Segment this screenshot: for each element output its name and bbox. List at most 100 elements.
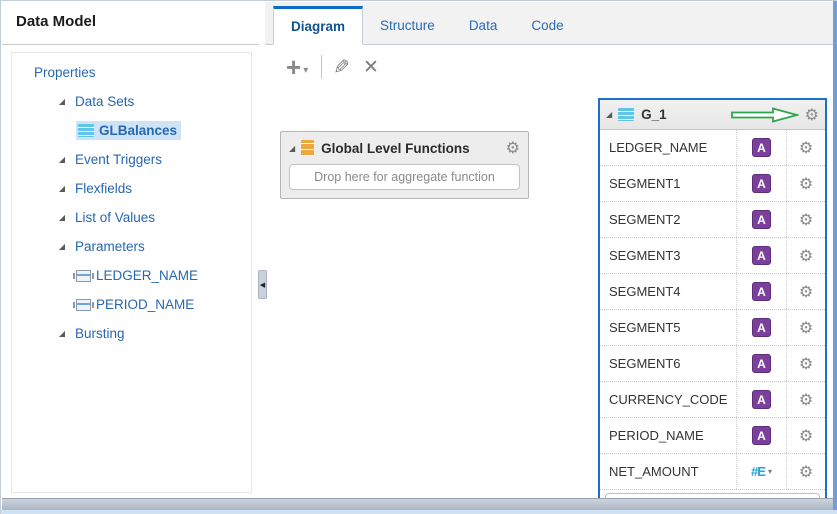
text-type-icon[interactable]: A xyxy=(752,138,771,157)
add-dropdown-caret-icon[interactable]: ▾ xyxy=(303,65,308,76)
field-actions-cell: ⚙ xyxy=(786,346,825,381)
global-functions-gear-icon[interactable]: ⚙ xyxy=(506,140,520,156)
field-name: CURRENCY_CODE xyxy=(600,382,736,417)
tree-item-label: Parameters xyxy=(75,239,145,254)
tab-strip: Diagram Structure Data Code xyxy=(265,2,837,45)
text-type-icon[interactable]: A xyxy=(752,318,771,337)
text-type-icon[interactable]: A xyxy=(752,210,771,229)
tree-item-label: Flexfields xyxy=(75,181,132,196)
field-name: SEGMENT6 xyxy=(600,346,736,381)
tree-item-period-name-parameter[interactable]: PERIOD_NAME xyxy=(12,290,251,319)
field-actions-cell: ⚙ xyxy=(786,310,825,345)
field-gear-icon[interactable]: ⚙ xyxy=(799,464,813,480)
tab-label: Diagram xyxy=(291,19,345,34)
aggregate-dropdown-caret-icon[interactable]: ▾ xyxy=(768,467,772,476)
expand-triangle-icon[interactable]: ◢ xyxy=(56,97,68,106)
field-gear-icon[interactable]: ⚙ xyxy=(799,392,813,408)
expand-triangle-icon[interactable]: ◢ xyxy=(56,155,68,164)
tree-item-label: Event Triggers xyxy=(75,152,162,167)
horizontal-scrollbar[interactable] xyxy=(2,498,833,510)
field-actions-cell: ⚙ xyxy=(786,418,825,453)
g1-field-row[interactable]: SEGMENT5 A ⚙ xyxy=(600,310,825,346)
field-actions-cell: ⚙ xyxy=(786,454,825,489)
g1-actions-gear-icon[interactable]: ⚙ xyxy=(805,107,819,123)
g1-field-row[interactable]: CURRENCY_CODE A ⚙ xyxy=(600,382,825,418)
g1-field-row[interactable]: SEGMENT4 A ⚙ xyxy=(600,274,825,310)
expand-triangle-icon[interactable]: ◢ xyxy=(289,144,295,153)
field-gear-icon[interactable]: ⚙ xyxy=(799,140,813,156)
text-type-cell: A xyxy=(736,274,786,309)
tree-item-event-triggers[interactable]: ◢ Event Triggers xyxy=(12,145,251,174)
toolbar-separator xyxy=(321,55,322,79)
panel-splitter-collapse-handle[interactable]: ◀ xyxy=(258,270,267,299)
tab-structure[interactable]: Structure xyxy=(363,6,452,44)
text-type-icon[interactable]: A xyxy=(752,174,771,193)
add-dataset-button[interactable]: + xyxy=(286,54,301,80)
edit-button-pencil-icon[interactable]: ✎ xyxy=(333,55,350,79)
g1-header: ◢ G_1 ⚙ xyxy=(600,100,825,130)
field-gear-icon[interactable]: ⚙ xyxy=(799,284,813,300)
field-gear-icon[interactable]: ⚙ xyxy=(799,320,813,336)
tab-diagram[interactable]: Diagram xyxy=(273,6,363,45)
tree-item-glbalances[interactable]: GLBalances xyxy=(12,116,251,145)
green-annotation-arrow xyxy=(731,107,799,123)
field-gear-icon[interactable]: ⚙ xyxy=(799,356,813,372)
text-type-cell: A xyxy=(736,238,786,273)
tree-item-ledger-name-parameter[interactable]: LEDGER_NAME xyxy=(12,261,251,290)
tree-item-flexfields[interactable]: ◢ Flexfields xyxy=(12,174,251,203)
parameter-icon xyxy=(76,270,91,282)
field-gear-icon[interactable]: ⚙ xyxy=(799,428,813,444)
text-type-icon[interactable]: A xyxy=(752,354,771,373)
text-type-icon[interactable]: A xyxy=(752,246,771,265)
expand-triangle-icon[interactable]: ◢ xyxy=(56,184,68,193)
tree-item-data-sets[interactable]: ◢ Data Sets xyxy=(12,87,251,116)
expand-triangle-icon[interactable]: ◢ xyxy=(56,213,68,222)
tab-label: Data xyxy=(469,18,498,33)
global-aggregate-drop-zone[interactable]: Drop here for aggregate function xyxy=(289,164,520,190)
g1-data-group: ◢ G_1 ⚙ LEDGER_NAME A ⚙ SEGMENT1 A ⚙ xyxy=(598,98,827,514)
g1-field-row[interactable]: SEGMENT1 A ⚙ xyxy=(600,166,825,202)
text-type-cell: A xyxy=(736,166,786,201)
field-actions-cell: ⚙ xyxy=(786,166,825,201)
g1-field-row[interactable]: PERIOD_NAME A ⚙ xyxy=(600,418,825,454)
window-bottom-border xyxy=(1,510,837,514)
field-name: SEGMENT5 xyxy=(600,310,736,345)
number-type-cell: #E ▾ xyxy=(736,454,786,489)
field-name: SEGMENT1 xyxy=(600,166,736,201)
expand-triangle-icon[interactable]: ◢ xyxy=(56,329,68,338)
g1-field-row[interactable]: SEGMENT2 A ⚙ xyxy=(600,202,825,238)
g1-field-row[interactable]: SEGMENT3 A ⚙ xyxy=(600,238,825,274)
number-type-icon[interactable]: #E xyxy=(751,464,765,479)
tree-item-label: PERIOD_NAME xyxy=(96,297,194,312)
delete-button-x-icon[interactable]: ✕ xyxy=(363,56,379,78)
field-gear-icon[interactable]: ⚙ xyxy=(799,212,813,228)
field-gear-icon[interactable]: ⚙ xyxy=(799,176,813,192)
tree-item-label: List of Values xyxy=(75,210,155,225)
page-title: Data Model xyxy=(2,2,259,45)
group-table-icon xyxy=(618,108,634,121)
text-type-cell: A xyxy=(736,130,786,165)
tree-item-parameters[interactable]: ◢ Parameters xyxy=(12,232,251,261)
tab-data[interactable]: Data xyxy=(452,6,515,44)
tree-item-label: Bursting xyxy=(75,326,125,341)
text-type-icon[interactable]: A xyxy=(752,390,771,409)
g1-field-row[interactable]: NET_AMOUNT #E ▾ ⚙ xyxy=(600,454,825,490)
field-gear-icon[interactable]: ⚙ xyxy=(799,248,813,264)
tree-item-label: LEDGER_NAME xyxy=(96,268,198,283)
expand-triangle-icon[interactable]: ◢ xyxy=(606,110,612,119)
tree-item-properties[interactable]: Properties xyxy=(12,58,251,87)
expand-triangle-icon[interactable]: ◢ xyxy=(56,242,68,251)
data-model-tree: Properties ◢ Data Sets GLBalances ◢ Even… xyxy=(11,52,252,493)
tab-code[interactable]: Code xyxy=(514,6,580,44)
field-name: NET_AMOUNT xyxy=(600,454,736,489)
g1-field-row[interactable]: SEGMENT6 A ⚙ xyxy=(600,346,825,382)
tree-item-bursting[interactable]: ◢ Bursting xyxy=(12,319,251,348)
text-type-icon[interactable]: A xyxy=(752,282,771,301)
field-actions-cell: ⚙ xyxy=(786,274,825,309)
dataset-table-icon xyxy=(78,124,94,137)
tab-label: Code xyxy=(531,18,563,33)
field-actions-cell: ⚙ xyxy=(786,130,825,165)
tree-item-list-of-values[interactable]: ◢ List of Values xyxy=(12,203,251,232)
g1-field-row[interactable]: LEDGER_NAME A ⚙ xyxy=(600,130,825,166)
text-type-icon[interactable]: A xyxy=(752,426,771,445)
